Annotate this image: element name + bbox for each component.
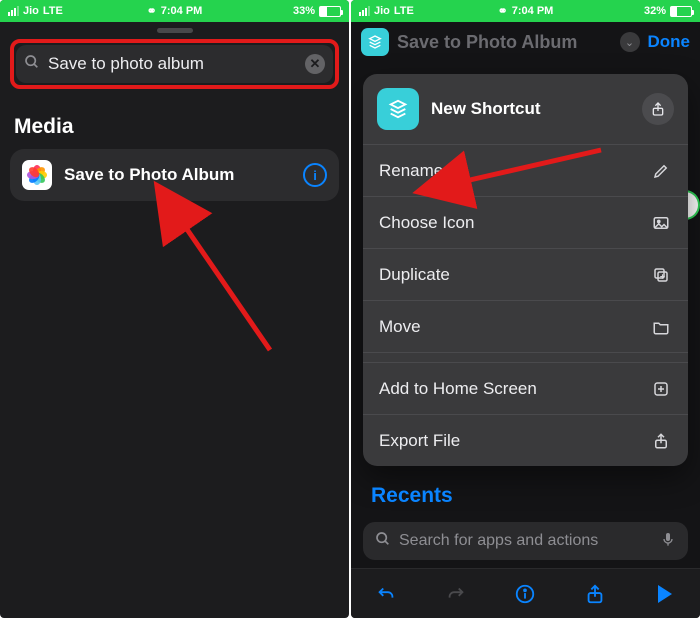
share-button[interactable] <box>579 578 611 610</box>
menu-rename[interactable]: Rename <box>363 144 688 196</box>
search-placeholder: Search for apps and actions <box>399 532 598 550</box>
menu-move[interactable]: Move <box>363 300 688 352</box>
sheet-grabber[interactable] <box>157 28 193 33</box>
hotspot-icon: ⚭ <box>147 4 157 18</box>
sheet-title: New Shortcut <box>431 99 630 119</box>
status-bar: Jio LTE ⚭ 7:04 PM 33% <box>0 0 349 22</box>
editor-topbar: Save to Photo Album ⌄ Done <box>351 22 700 62</box>
shortcut-app-icon[interactable] <box>361 28 389 56</box>
battery-icon <box>670 6 692 17</box>
mic-icon[interactable] <box>660 530 676 553</box>
share-button[interactable] <box>642 93 674 125</box>
network-label: LTE <box>43 5 63 17</box>
clear-button[interactable]: ✕ <box>305 54 325 74</box>
search-icon <box>375 531 391 552</box>
network-label: LTE <box>394 5 414 17</box>
search-input[interactable]: Save to photo album ✕ <box>16 45 333 83</box>
signal-icon <box>8 6 19 16</box>
info-button[interactable] <box>509 578 541 610</box>
duplicate-icon <box>650 264 672 286</box>
menu-label: Duplicate <box>379 265 450 285</box>
shortcut-app-icon <box>377 88 419 130</box>
run-button[interactable] <box>649 578 681 610</box>
hotspot-icon: ⚭ <box>498 4 508 18</box>
clock: 7:04 PM <box>512 5 554 17</box>
battery-pct: 33% <box>293 5 315 17</box>
image-icon <box>650 212 672 234</box>
menu-label: Add to Home Screen <box>379 379 537 399</box>
export-icon <box>650 430 672 452</box>
info-button[interactable]: i <box>303 163 327 187</box>
menu-add-home[interactable]: Add to Home Screen <box>363 362 688 414</box>
action-label: Save to Photo Album <box>64 165 291 185</box>
menu-label: Rename <box>379 161 443 181</box>
search-icon <box>24 54 40 75</box>
menu-duplicate[interactable]: Duplicate <box>363 248 688 300</box>
carrier-label: Jio <box>374 5 390 17</box>
clock: 7:04 PM <box>161 5 203 17</box>
bottom-toolbar <box>351 568 700 618</box>
chevron-down-icon[interactable]: ⌄ <box>620 32 640 52</box>
section-header: Media <box>14 115 335 139</box>
search-value: Save to photo album <box>48 54 297 74</box>
undo-button[interactable] <box>370 578 402 610</box>
menu-label: Move <box>379 317 421 337</box>
carrier-label: Jio <box>23 5 39 17</box>
shortcut-title[interactable]: Save to Photo Album <box>397 32 612 53</box>
pencil-icon <box>650 160 672 182</box>
right-screenshot: Jio LTE ⚭ 7:04 PM 32% Save to Photo Albu… <box>351 0 700 618</box>
plus-square-icon <box>650 378 672 400</box>
annotation-highlight: Save to photo album ✕ <box>10 39 339 89</box>
done-button[interactable]: Done <box>648 32 691 52</box>
menu-label: Choose Icon <box>379 213 474 233</box>
menu-export[interactable]: Export File <box>363 414 688 466</box>
status-bar: Jio LTE ⚭ 7:04 PM 32% <box>351 0 700 22</box>
folder-icon <box>650 316 672 338</box>
photos-app-icon <box>22 160 52 190</box>
action-save-to-photo-album[interactable]: Save to Photo Album i <box>10 149 339 201</box>
redo-button <box>440 578 472 610</box>
left-screenshot: Jio LTE ⚭ 7:04 PM 33% Save to photo albu… <box>0 0 349 618</box>
options-sheet: New Shortcut Rename Choose Icon Duplicat… <box>363 74 688 466</box>
recents-header[interactable]: Recents <box>371 484 453 508</box>
battery-icon <box>319 6 341 17</box>
menu-choose-icon[interactable]: Choose Icon <box>363 196 688 248</box>
menu-label: Export File <box>379 431 460 451</box>
action-search-input[interactable]: Search for apps and actions <box>363 522 688 560</box>
battery-pct: 32% <box>644 5 666 17</box>
signal-icon <box>359 6 370 16</box>
